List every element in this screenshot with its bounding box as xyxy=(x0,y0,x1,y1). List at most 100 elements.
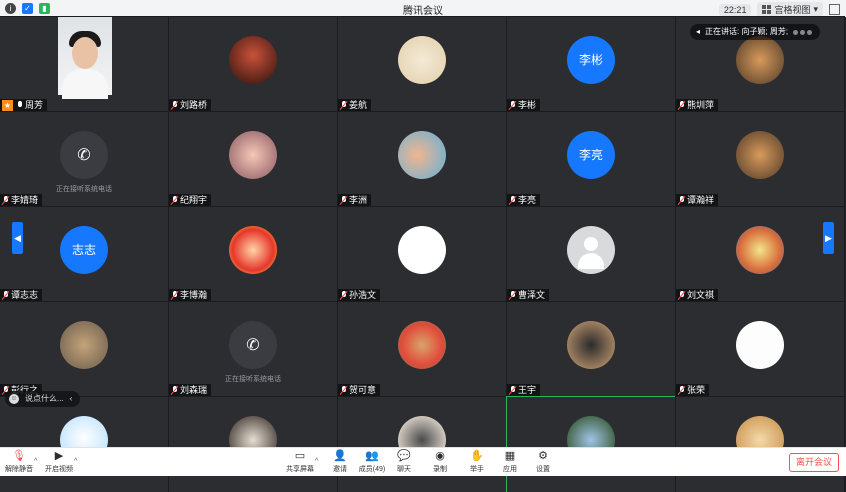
participant-tile[interactable]: 纪翔宇 xyxy=(168,111,338,208)
members-label: 成员(49) xyxy=(358,466,386,473)
view-mode-label: 宫格视图 xyxy=(774,5,811,15)
participant-name: 姜航 xyxy=(349,100,368,110)
profile-photo-avatar xyxy=(229,225,277,274)
default-avatar-icon xyxy=(567,225,615,274)
video-options-chevron-icon[interactable]: ^ xyxy=(74,458,77,465)
mic-muted-icon xyxy=(171,196,178,205)
participant-tile[interactable] xyxy=(168,396,338,492)
emoji-icon[interactable]: ☺ xyxy=(9,394,19,404)
mic-muted-icon xyxy=(509,386,516,395)
participant-tile[interactable]: 李洲 xyxy=(337,111,507,208)
unmute-label: 解除静音 xyxy=(5,466,33,473)
view-mode-button[interactable]: 宫格视图 ▾ xyxy=(757,2,823,17)
mic-muted-icon xyxy=(678,291,685,300)
fullscreen-icon[interactable] xyxy=(829,4,840,15)
participant-tile[interactable]: 彭行之 xyxy=(0,301,169,398)
participant-name: 李博瀚 xyxy=(180,290,208,300)
participant-nameplate: ★ 周芳 xyxy=(0,99,48,112)
default-avatar-head xyxy=(584,236,598,251)
profile-photo-avatar xyxy=(229,130,277,179)
host-badge-icon: ★ xyxy=(2,100,13,111)
audio-options-chevron-icon[interactable]: ^ xyxy=(34,458,37,465)
settings-button[interactable]: ⚙ 设置 xyxy=(526,450,560,474)
mic-muted-icon xyxy=(678,101,685,110)
participant-tile[interactable]: 刘路桥 xyxy=(168,16,338,113)
share-options-chevron-icon[interactable]: ^ xyxy=(315,458,318,465)
mic-muted-icon xyxy=(678,196,685,205)
participant-name: 孙浩文 xyxy=(349,290,377,300)
chat-input-pill[interactable]: ☺ 说点什么... ‹ xyxy=(5,391,81,407)
participant-tile[interactable]: 王宇 xyxy=(506,301,676,398)
start-video-button[interactable]: ▶ 开启视频 xyxy=(42,450,76,474)
participant-tile[interactable] xyxy=(337,396,507,492)
raise-hand-button[interactable]: ✋ 举手 xyxy=(460,450,494,474)
gear-icon: ⚙ xyxy=(538,450,548,462)
participant-tile[interactable]: ★ 周芳 xyxy=(0,16,169,113)
calling-status-text: 正在接听系统电话 xyxy=(225,376,281,383)
phone-icon: ✆ xyxy=(60,130,108,179)
participant-name: 熊圳萍 xyxy=(687,100,715,110)
participant-name: 李彬 xyxy=(518,100,537,110)
invite-icon: 👤 xyxy=(333,450,347,462)
participant-tile[interactable] xyxy=(506,396,676,492)
participant-name: 李亮 xyxy=(518,195,537,205)
participant-name: 谭志志 xyxy=(11,290,39,300)
participant-tile[interactable]: 谭瀚祥 xyxy=(675,111,845,208)
unmute-button[interactable]: 🎙 解除静音 xyxy=(2,450,36,474)
profile-photo-avatar xyxy=(398,130,446,179)
members-button[interactable]: 👥 成员(49) xyxy=(355,450,389,474)
members-icon: 👥 xyxy=(365,450,379,462)
participant-nameplate: 贺可意 xyxy=(338,384,381,397)
participant-name: 刘路桥 xyxy=(180,100,208,110)
participant-name: 李婧琦 xyxy=(11,195,39,205)
leave-meeting-button[interactable]: 离开会议 xyxy=(788,453,839,472)
participant-nameplate: 李洲 xyxy=(338,194,372,207)
profile-photo-avatar xyxy=(736,320,784,369)
participant-tile[interactable]: ✆ 正在接听系统电话李婧琦 xyxy=(0,111,169,208)
initials-avatar: 李彬 xyxy=(567,35,615,84)
participant-name: 王宇 xyxy=(518,385,537,395)
participant-nameplate: 熊圳萍 xyxy=(676,99,719,112)
default-avatar-shoulders xyxy=(578,252,604,269)
participant-tile[interactable]: 曹泽文 xyxy=(506,206,676,303)
speaker-icon: ◂ xyxy=(696,27,701,36)
grid-view-icon xyxy=(762,5,772,14)
participant-nameplate: 孙浩文 xyxy=(338,289,381,302)
participant-nameplate: 曹泽文 xyxy=(507,289,550,302)
participant-nameplate: 李博瀚 xyxy=(169,289,212,302)
participant-tile[interactable]: 志志 谭志志 xyxy=(0,206,169,303)
participant-name: 刘森瑞 xyxy=(180,385,208,395)
participant-tile[interactable]: 李博瀚 xyxy=(168,206,338,303)
participant-tile[interactable] xyxy=(0,396,169,492)
share-screen-label: 共享屏幕 xyxy=(286,466,314,473)
next-page-button[interactable]: ▶ xyxy=(823,222,834,254)
participant-name: 纪翔宇 xyxy=(180,195,208,205)
speaking-text: 正在讲话: 向子颖; 周芳; xyxy=(705,27,789,36)
chevron-left-icon[interactable]: ‹ xyxy=(70,391,73,407)
participant-name: 周芳 xyxy=(25,100,44,110)
participant-tile[interactable]: 张荣 xyxy=(675,301,845,398)
participant-tile[interactable]: 李彬 李彬 xyxy=(506,16,676,113)
mic-muted-icon xyxy=(171,101,178,110)
participant-tile[interactable]: ✆ 正在接听系统电话 刘森瑞 xyxy=(168,301,338,398)
participant-tile[interactable]: 李亮 李亮 xyxy=(506,111,676,208)
mic-muted-icon xyxy=(340,101,347,110)
participant-tile[interactable]: 孙浩文 xyxy=(337,206,507,303)
record-button[interactable]: ◉ 录制 xyxy=(423,450,457,474)
speaking-dots-icon xyxy=(793,29,813,35)
participant-tile[interactable]: 刘文祺 xyxy=(675,206,845,303)
participant-tile[interactable]: 贺可意 xyxy=(337,301,507,398)
calling-status-text: 正在接听系统电话 xyxy=(56,186,112,193)
apps-button[interactable]: ▦ 应用 xyxy=(493,450,527,474)
participant-tile[interactable]: 姜航 xyxy=(337,16,507,113)
share-screen-button[interactable]: ▭ 共享屏幕 xyxy=(283,450,317,474)
video-grid: ★ 周芳 刘路桥 姜航 李彬 李彬 熊圳萍 ✆ 正在接听系统电话 李婧琦 纪翔宇 李洲 李亮 李亮 谭瀚祥志… xyxy=(0,16,846,492)
participant-tile[interactable] xyxy=(675,396,845,492)
profile-photo-avatar xyxy=(736,35,784,84)
chat-button[interactable]: 💬 聊天 xyxy=(387,450,421,474)
invite-button[interactable]: 👤 邀请 xyxy=(323,450,357,474)
mic-muted-icon xyxy=(2,291,9,300)
participant-nameplate: 王宇 xyxy=(507,384,541,397)
previous-page-button[interactable]: ◀ xyxy=(12,222,23,254)
participant-name: 曹泽文 xyxy=(518,290,546,300)
